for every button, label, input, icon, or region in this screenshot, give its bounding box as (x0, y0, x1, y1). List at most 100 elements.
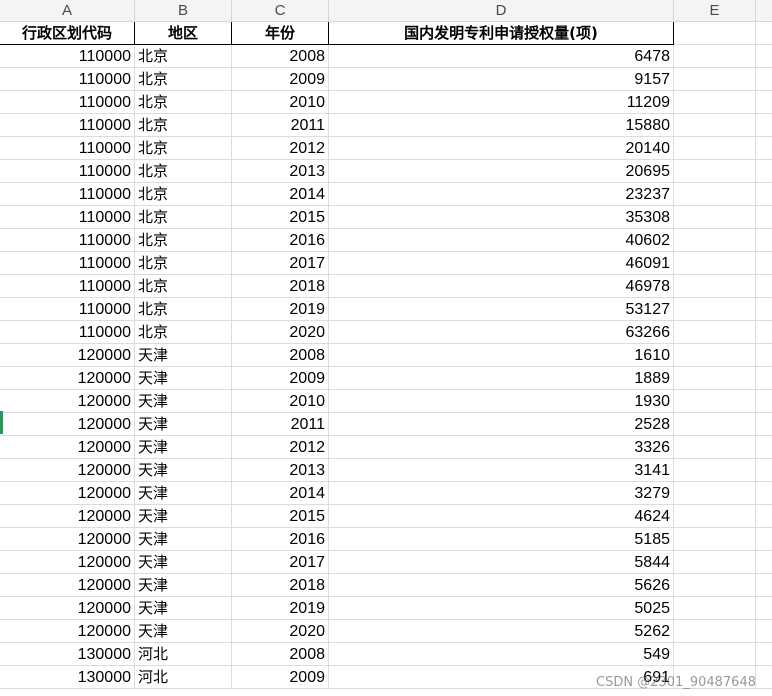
empty-cell[interactable] (674, 528, 756, 551)
empty-cell[interactable] (756, 160, 772, 183)
cell-patents[interactable]: 5025 (329, 597, 674, 620)
cell-patents[interactable]: 1610 (329, 344, 674, 367)
cell-year[interactable]: 2008 (232, 344, 329, 367)
cell-code[interactable]: 110000 (0, 183, 135, 206)
cell-code[interactable]: 110000 (0, 45, 135, 68)
cell-patents[interactable]: 3279 (329, 482, 674, 505)
column-header-a[interactable]: A (0, 0, 135, 21)
cell-region[interactable]: 北京 (135, 275, 232, 298)
cell-patents[interactable]: 2528 (329, 413, 674, 436)
cell-year[interactable]: 2013 (232, 459, 329, 482)
empty-cell[interactable] (674, 597, 756, 620)
empty-cell[interactable] (674, 206, 756, 229)
cell-code[interactable]: 120000 (0, 551, 135, 574)
cell-region[interactable]: 北京 (135, 206, 232, 229)
empty-cell[interactable] (674, 390, 756, 413)
cell-year[interactable]: 2018 (232, 275, 329, 298)
empty-cell[interactable] (756, 206, 772, 229)
cell-code[interactable]: 110000 (0, 91, 135, 114)
empty-cell[interactable] (674, 436, 756, 459)
cell-year[interactable]: 2020 (232, 321, 329, 344)
empty-cell[interactable] (674, 574, 756, 597)
empty-cell[interactable] (674, 45, 756, 68)
cell-patents[interactable]: 63266 (329, 321, 674, 344)
cell-year[interactable]: 2019 (232, 298, 329, 321)
empty-cell[interactable] (674, 413, 756, 436)
cell-region[interactable]: 北京 (135, 321, 232, 344)
cell-patents[interactable]: 3141 (329, 459, 674, 482)
cell-region[interactable]: 天津 (135, 528, 232, 551)
cell-region[interactable]: 北京 (135, 68, 232, 91)
cell-region[interactable]: 天津 (135, 413, 232, 436)
cell-patents[interactable]: 20140 (329, 137, 674, 160)
cell-year[interactable]: 2010 (232, 390, 329, 413)
empty-cell[interactable] (756, 505, 772, 528)
cell-code[interactable]: 110000 (0, 114, 135, 137)
column-header-f[interactable] (756, 0, 772, 21)
empty-cell[interactable] (674, 643, 756, 666)
empty-cell[interactable] (674, 68, 756, 91)
cell-patents[interactable]: 5185 (329, 528, 674, 551)
cell-code[interactable]: 130000 (0, 643, 135, 666)
empty-cell[interactable] (674, 551, 756, 574)
cell-code[interactable]: 110000 (0, 252, 135, 275)
empty-cell[interactable] (756, 91, 772, 114)
cell-year[interactable]: 2009 (232, 666, 329, 689)
cell-region[interactable]: 天津 (135, 551, 232, 574)
cell-year[interactable]: 2014 (232, 183, 329, 206)
cell-patents[interactable]: 4624 (329, 505, 674, 528)
empty-cell[interactable] (674, 22, 756, 45)
cell-code[interactable]: 120000 (0, 459, 135, 482)
cell-year[interactable]: 2015 (232, 505, 329, 528)
cell-year[interactable]: 2019 (232, 597, 329, 620)
empty-cell[interactable] (756, 367, 772, 390)
empty-cell[interactable] (674, 620, 756, 643)
empty-cell[interactable] (674, 252, 756, 275)
cell-region[interactable]: 北京 (135, 252, 232, 275)
cell-patents[interactable]: 5844 (329, 551, 674, 574)
column-header-d[interactable]: D (329, 0, 674, 21)
empty-cell[interactable] (756, 22, 772, 45)
spreadsheet[interactable]: A B C D E 行政区划代码 地区 年份 国内发明专利申请授权量(项) 11… (0, 0, 772, 696)
cell-code[interactable]: 110000 (0, 321, 135, 344)
cell-patents[interactable]: 53127 (329, 298, 674, 321)
empty-cell[interactable] (674, 459, 756, 482)
cell-region[interactable]: 河北 (135, 643, 232, 666)
cell-year[interactable]: 2012 (232, 436, 329, 459)
cell-year[interactable]: 2020 (232, 620, 329, 643)
header-cell-patents[interactable]: 国内发明专利申请授权量(项) (329, 22, 674, 45)
cell-patents[interactable]: 46978 (329, 275, 674, 298)
cell-region[interactable]: 天津 (135, 459, 232, 482)
cell-code[interactable]: 120000 (0, 505, 135, 528)
cell-code[interactable]: 120000 (0, 597, 135, 620)
empty-cell[interactable] (674, 321, 756, 344)
column-header-c[interactable]: C (232, 0, 329, 21)
cell-region[interactable]: 天津 (135, 367, 232, 390)
cell-code[interactable]: 120000 (0, 367, 135, 390)
empty-cell[interactable] (756, 390, 772, 413)
cell-year[interactable]: 2012 (232, 137, 329, 160)
header-cell-year[interactable]: 年份 (232, 22, 329, 45)
empty-cell[interactable] (756, 68, 772, 91)
cell-year[interactable]: 2008 (232, 45, 329, 68)
cell-patents[interactable]: 5262 (329, 620, 674, 643)
cell-region[interactable]: 河北 (135, 666, 232, 689)
empty-cell[interactable] (674, 482, 756, 505)
empty-cell[interactable] (674, 160, 756, 183)
cell-region[interactable]: 北京 (135, 160, 232, 183)
column-header-b[interactable]: B (135, 0, 232, 21)
cell-year[interactable]: 2018 (232, 574, 329, 597)
cell-region[interactable]: 天津 (135, 574, 232, 597)
cell-code[interactable]: 110000 (0, 68, 135, 91)
empty-cell[interactable] (756, 528, 772, 551)
cell-region[interactable]: 天津 (135, 482, 232, 505)
cell-region[interactable]: 北京 (135, 298, 232, 321)
empty-cell[interactable] (756, 459, 772, 482)
cell-patents[interactable]: 6478 (329, 45, 674, 68)
empty-cell[interactable] (674, 137, 756, 160)
empty-cell[interactable] (674, 275, 756, 298)
empty-cell[interactable] (674, 505, 756, 528)
empty-cell[interactable] (674, 91, 756, 114)
cell-code[interactable]: 120000 (0, 390, 135, 413)
cell-patents[interactable]: 35308 (329, 206, 674, 229)
